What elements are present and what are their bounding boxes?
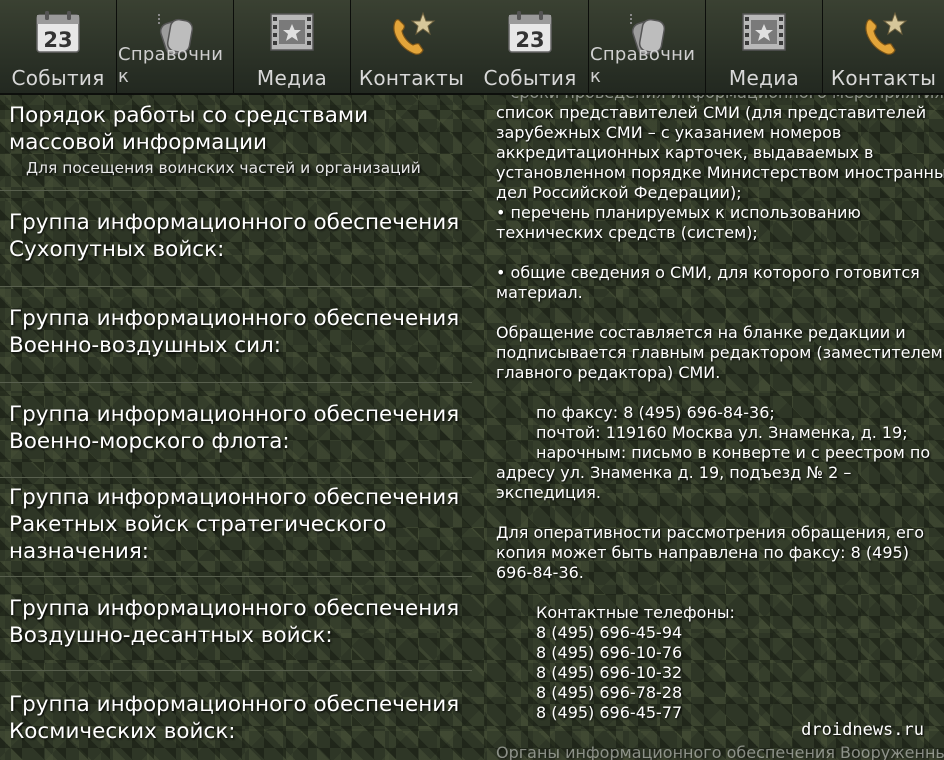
text-line: адресу ул. Знаменка д. 19, подъезд № 2 – bbox=[496, 463, 852, 482]
list-item-title: Группа информационного обеспечения Сухоп… bbox=[9, 210, 460, 262]
text-line: почтой: 119160 Москва ул. Знаменка, д. 1… bbox=[536, 423, 908, 442]
list-item-subtitle: Для посещения воинских частей и организа… bbox=[26, 159, 421, 177]
list-item-ground-forces[interactable]: Группа информационного обеспечения Сухоп… bbox=[0, 191, 472, 287]
text-line: 696-84-36. bbox=[496, 563, 584, 582]
tab-events[interactable]: 23 События bbox=[472, 0, 589, 93]
list-item-title: Группа информационного обеспечения Военн… bbox=[9, 402, 460, 454]
tab-label: Медиа bbox=[728, 66, 800, 90]
text-line: зарубежных СМИ – с указанием номеров bbox=[496, 123, 842, 142]
screen-right: 23 События Справочник Медиа Контакты спи… bbox=[472, 0, 944, 760]
phone-number[interactable]: 8 (495) 696-78-28 bbox=[496, 683, 944, 703]
tab-label: Справочник bbox=[590, 44, 696, 87]
tab-label: События bbox=[483, 66, 577, 90]
list-item-airborne[interactable]: Группа информационного обеспечения Возду… bbox=[0, 577, 472, 671]
text-line: список представителей СМИ (для представи… bbox=[496, 103, 927, 122]
text-line: Органы информационного обеспечения Воору… bbox=[496, 743, 944, 760]
tab-label: Контакты bbox=[830, 66, 937, 90]
phone-number[interactable]: 8 (495) 696-10-32 bbox=[496, 663, 944, 683]
screen-left: 23 События Справочник Медиа Контакты Пор… bbox=[0, 0, 472, 760]
phone-number[interactable]: 8 (495) 696-10-76 bbox=[496, 643, 944, 663]
film-icon bbox=[739, 10, 789, 58]
calendar-day: 23 bbox=[43, 28, 72, 52]
text-line: Для оперативности рассмотрения обращения… bbox=[496, 523, 925, 542]
list-item-navy[interactable]: Группа информационного обеспечения Военн… bbox=[0, 383, 472, 478]
tab-contacts[interactable]: Контакты bbox=[823, 0, 944, 93]
tab-reference[interactable]: Справочник bbox=[589, 0, 706, 93]
text-line: нарочным: письмо в конверте и с реестром… bbox=[536, 443, 931, 462]
text-line: Контактные телефоны: bbox=[536, 603, 735, 622]
tab-contacts[interactable]: Контакты bbox=[351, 0, 472, 93]
text-line: • сроки проведения информационного мероп… bbox=[496, 95, 944, 103]
calendar-day: 23 bbox=[515, 28, 544, 52]
calendar-icon: 23 bbox=[34, 10, 82, 58]
tab-reference[interactable]: Справочник bbox=[117, 0, 234, 93]
list-item-title: Группа информационного обеспечения Возду… bbox=[9, 596, 460, 648]
text-line: Обращение составляется на бланке редакци… bbox=[496, 323, 906, 342]
text-line: копия может быть направлена по факсу: 8 … bbox=[496, 543, 909, 562]
tab-label: Контакты bbox=[358, 66, 465, 90]
calendar-icon: 23 bbox=[506, 10, 554, 58]
text-line: аккредитационных карточек, выдаваемых в bbox=[496, 143, 874, 162]
text-line: по факсу: 8 (495) 696-84-36; bbox=[536, 403, 775, 422]
list-item-space-forces[interactable]: Группа информационного обеспечения Косми… bbox=[0, 671, 472, 760]
tab-bar: 23 События Справочник Медиа Контакты bbox=[0, 0, 472, 95]
list-item-title: Группа информационного обеспечения Военн… bbox=[9, 306, 460, 358]
list-item-title: Группа информационного обеспечения Косми… bbox=[9, 692, 460, 744]
list-item-air-force[interactable]: Группа информационного обеспечения Военн… bbox=[0, 287, 472, 383]
tab-media[interactable]: Медиа bbox=[706, 0, 823, 93]
phone-star-icon bbox=[385, 10, 439, 64]
tab-label: Медиа bbox=[256, 66, 328, 90]
phone-number[interactable]: 8 (495) 696-45-94 bbox=[496, 623, 944, 643]
text-line: технических средств (систем); bbox=[496, 223, 758, 242]
text-line: подписывается главным редактором (замест… bbox=[496, 343, 943, 362]
tab-label: События bbox=[11, 66, 105, 90]
list-item-strategic-missile[interactable]: Группа информационного обеспечения Ракет… bbox=[0, 478, 472, 577]
list-item-title: Порядок работы со средствами массовой ин… bbox=[9, 103, 369, 155]
text-line: • общие сведения о СМИ, для которого гот… bbox=[496, 263, 920, 282]
text-line: материал. bbox=[496, 283, 583, 302]
watermark: droidnews.ru bbox=[801, 720, 924, 740]
text-line: установленном порядке Министерством инос… bbox=[496, 163, 944, 182]
list-item-media-rules[interactable]: Порядок работы со средствами массовой ин… bbox=[0, 95, 472, 191]
tab-media[interactable]: Медиа bbox=[234, 0, 351, 93]
phone-star-icon bbox=[857, 10, 911, 64]
film-icon bbox=[267, 10, 317, 58]
article-body[interactable]: • сроки проведения информационного мероп… bbox=[472, 95, 944, 760]
text-line: главного редактора) СМИ. bbox=[496, 363, 721, 382]
tab-label: Справочник bbox=[118, 44, 224, 87]
list-item-title: Группа информационного обеспечения Ракет… bbox=[9, 485, 460, 564]
tab-events[interactable]: 23 События bbox=[0, 0, 117, 93]
text-line: экспедиция. bbox=[496, 483, 602, 502]
article-text: • сроки проведения информационного мероп… bbox=[496, 95, 944, 760]
tab-bar: 23 События Справочник Медиа Контакты bbox=[472, 0, 944, 95]
text-line: дел Российской Федерации); bbox=[496, 183, 742, 202]
text-line: • перечень планируемых к использованию bbox=[496, 203, 861, 222]
